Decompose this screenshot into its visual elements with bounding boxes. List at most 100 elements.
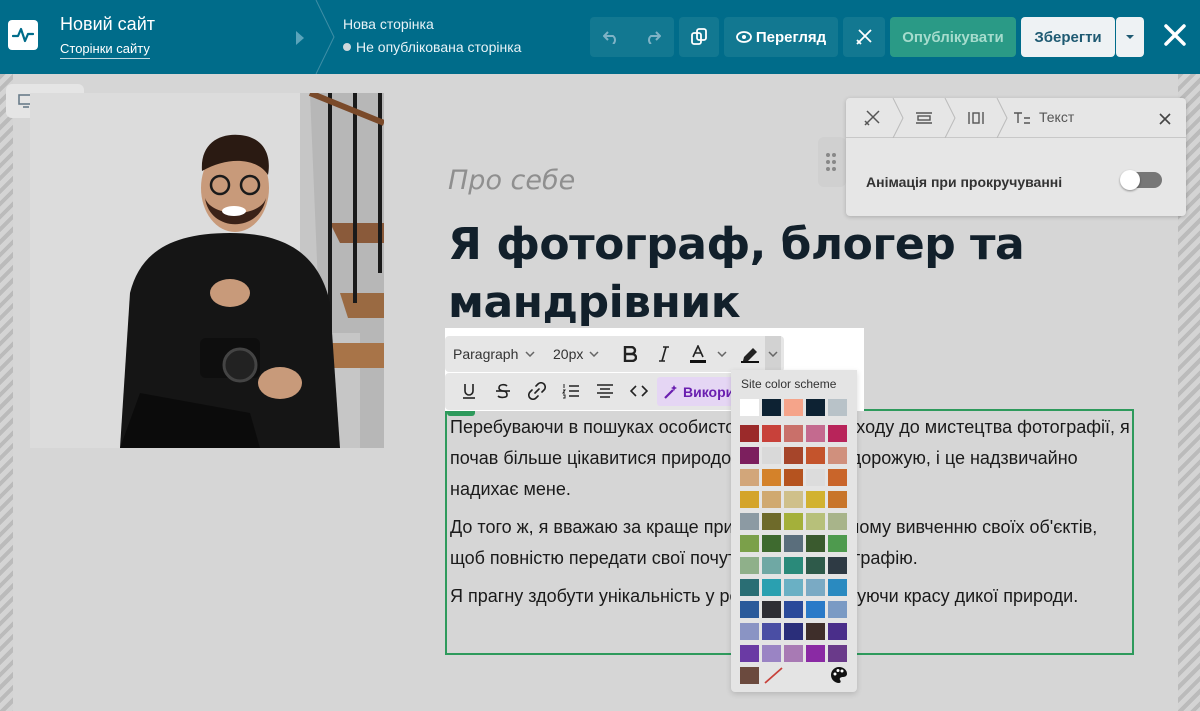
save-button[interactable]: Зберегти [1021, 17, 1115, 57]
tab-layout[interactable] [904, 98, 944, 138]
code-button[interactable] [627, 373, 651, 409]
color-swatch[interactable] [806, 491, 825, 508]
color-swatch[interactable] [806, 601, 825, 618]
publish-button[interactable]: Опублікувати [890, 17, 1016, 57]
site-pages-link[interactable]: Сторінки сайту [60, 41, 150, 59]
color-swatch[interactable] [806, 535, 825, 552]
highlight-button[interactable] [735, 336, 765, 372]
color-swatch[interactable] [740, 645, 759, 662]
color-swatch[interactable] [806, 645, 825, 662]
color-swatch[interactable] [784, 425, 803, 442]
color-swatch[interactable] [762, 579, 781, 596]
scheme-color-swatch[interactable] [806, 399, 825, 416]
undo-button[interactable] [590, 30, 632, 44]
ordered-list-button[interactable] [559, 373, 583, 409]
color-swatch[interactable] [784, 579, 803, 596]
page-name[interactable]: Нова сторінка [343, 16, 434, 32]
close-icon[interactable] [1158, 112, 1172, 126]
color-swatch[interactable] [740, 623, 759, 640]
tab-design[interactable] [852, 98, 892, 138]
color-swatch[interactable] [762, 645, 781, 662]
scheme-color-swatch[interactable] [740, 399, 759, 416]
color-swatch[interactable] [762, 557, 781, 574]
color-swatch[interactable] [740, 425, 759, 442]
color-swatch[interactable] [740, 491, 759, 508]
color-swatch[interactable] [828, 535, 847, 552]
color-swatch[interactable] [828, 557, 847, 574]
color-swatch[interactable] [762, 425, 781, 442]
underline-button[interactable] [457, 373, 481, 409]
color-swatch[interactable] [784, 491, 803, 508]
color-swatch[interactable] [784, 645, 803, 662]
color-swatch[interactable] [828, 491, 847, 508]
color-swatch[interactable] [828, 469, 847, 486]
color-swatch[interactable] [740, 557, 759, 574]
color-swatch[interactable] [762, 447, 781, 464]
close-icon[interactable] [1162, 22, 1188, 48]
scheme-color-swatch[interactable] [828, 399, 847, 416]
main-heading[interactable]: Я фотограф, блогер та мандрівник [448, 216, 1088, 332]
bold-button[interactable] [617, 336, 643, 372]
design-tools-button[interactable] [843, 17, 885, 57]
color-swatch[interactable] [740, 535, 759, 552]
color-swatch[interactable] [784, 447, 803, 464]
color-swatch[interactable] [740, 469, 759, 486]
color-swatch[interactable] [762, 513, 781, 530]
color-swatch[interactable] [828, 579, 847, 596]
color-swatch[interactable] [806, 447, 825, 464]
font-size-select[interactable]: 20px [553, 336, 613, 372]
color-swatch[interactable] [828, 623, 847, 640]
color-swatch[interactable] [828, 425, 847, 442]
save-options-button[interactable] [1116, 17, 1144, 57]
custom-color-swatch[interactable] [740, 667, 759, 684]
text-color-button[interactable] [685, 336, 731, 372]
redo-button[interactable] [632, 30, 674, 44]
color-swatch[interactable] [784, 513, 803, 530]
color-swatch[interactable] [806, 623, 825, 640]
paragraph-style-select[interactable]: Paragraph [453, 336, 545, 372]
no-color-icon[interactable] [764, 667, 783, 684]
color-swatch[interactable] [740, 579, 759, 596]
preview-button[interactable]: Перегляд [724, 17, 838, 57]
strikethrough-button[interactable] [491, 373, 515, 409]
chevron-right-icon[interactable] [295, 30, 305, 46]
color-swatch[interactable] [828, 513, 847, 530]
italic-button[interactable] [651, 336, 677, 372]
color-swatch[interactable] [784, 623, 803, 640]
color-swatch[interactable] [740, 447, 759, 464]
color-swatch[interactable] [784, 601, 803, 618]
use-ai-button[interactable]: Використати AI [657, 377, 735, 406]
color-swatch[interactable] [784, 557, 803, 574]
color-swatch[interactable] [806, 425, 825, 442]
color-swatch[interactable] [828, 447, 847, 464]
scroll-animation-toggle[interactable] [1120, 170, 1162, 190]
tab-spacing[interactable] [956, 98, 996, 138]
color-swatch[interactable] [784, 469, 803, 486]
color-swatch[interactable] [806, 557, 825, 574]
color-swatch[interactable] [762, 535, 781, 552]
scheme-color-swatch[interactable] [762, 399, 781, 416]
align-center-button[interactable] [593, 373, 617, 409]
highlight-dropdown[interactable] [765, 336, 781, 372]
scheme-color-swatch[interactable] [784, 399, 803, 416]
panel-drag-handle[interactable] [818, 137, 846, 187]
color-swatch[interactable] [740, 513, 759, 530]
color-swatch[interactable] [828, 645, 847, 662]
color-swatch[interactable] [828, 601, 847, 618]
color-swatch[interactable] [762, 469, 781, 486]
color-swatch[interactable] [740, 601, 759, 618]
color-swatch[interactable] [806, 579, 825, 596]
color-swatch[interactable] [762, 601, 781, 618]
color-swatch[interactable] [762, 623, 781, 640]
about-label[interactable]: Про себе [448, 165, 575, 196]
copy-style-button[interactable] [679, 17, 719, 57]
color-swatch[interactable] [806, 513, 825, 530]
color-swatch[interactable] [806, 469, 825, 486]
palette-icon[interactable] [830, 666, 848, 684]
profile-photo[interactable] [30, 93, 384, 448]
link-button[interactable] [525, 373, 549, 409]
color-swatch[interactable] [784, 535, 803, 552]
tab-text[interactable] [1008, 98, 1036, 138]
color-swatch[interactable] [762, 491, 781, 508]
site-logo[interactable] [8, 20, 38, 50]
